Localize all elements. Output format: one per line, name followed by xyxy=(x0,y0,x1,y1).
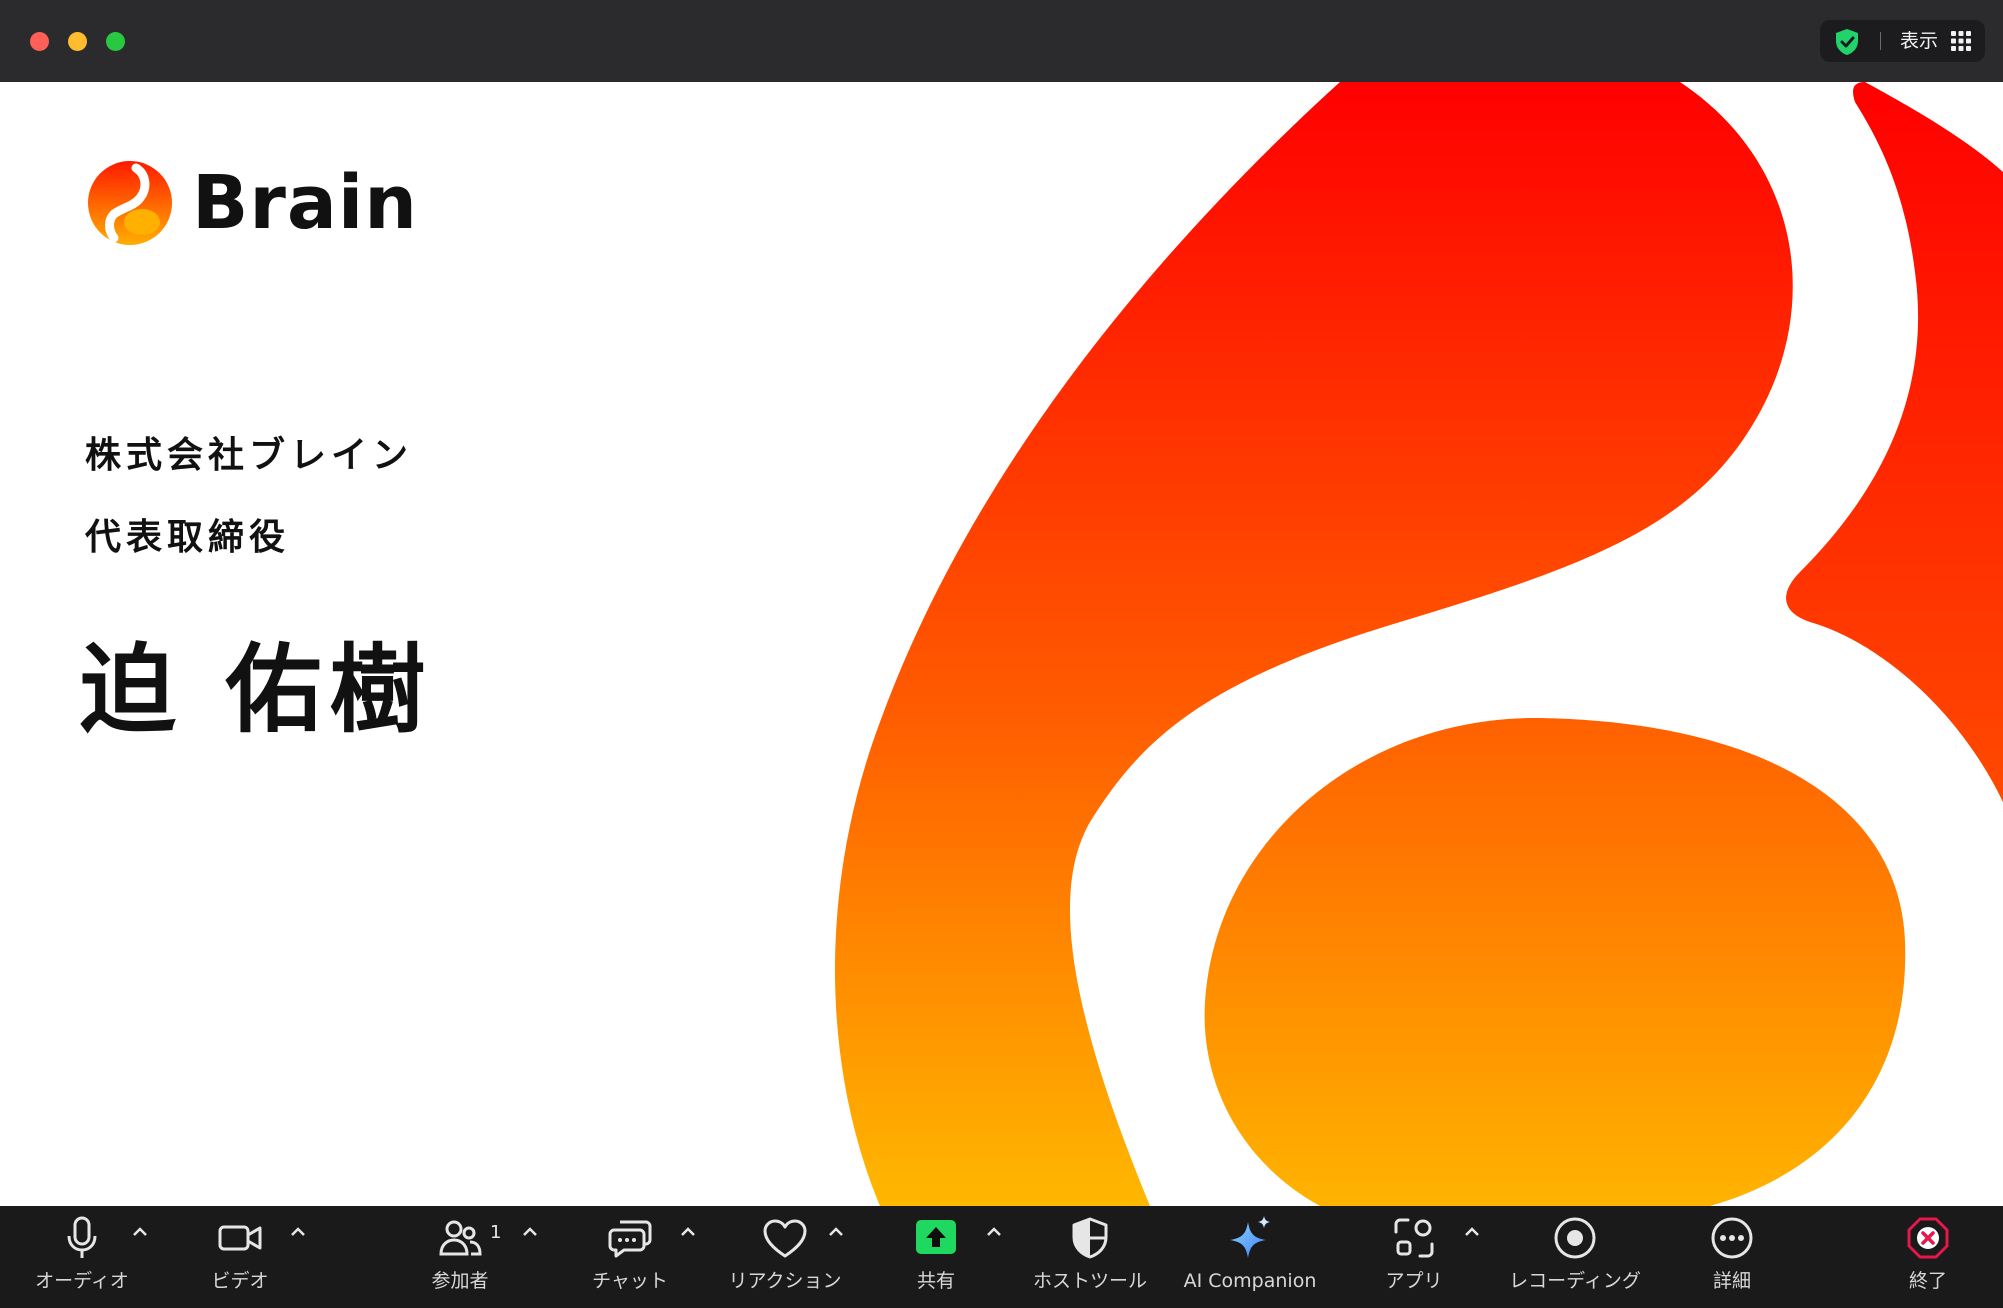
apps-icon xyxy=(1394,1218,1434,1258)
video-button[interactable]: ビデオ xyxy=(180,1206,300,1308)
video-camera-icon xyxy=(218,1225,262,1251)
brand-name: Brain xyxy=(192,160,418,246)
more-button[interactable]: 詳細 xyxy=(1680,1206,1784,1308)
microphone-icon xyxy=(67,1216,97,1258)
meeting-toolbar: オーディオ ビデオ 参加者 1 チャット リアクション 共有 ホストツール AI… xyxy=(0,1206,2003,1308)
maximize-window-button[interactable] xyxy=(106,32,125,51)
apps-button[interactable]: アプリ xyxy=(1358,1206,1470,1308)
video-options-chevron-up-icon[interactable] xyxy=(288,1222,308,1242)
apps-options-chevron-up-icon[interactable] xyxy=(1462,1222,1482,1242)
presenter-name: 迫 佑樹 xyxy=(80,634,434,746)
company-name: 株式会社ブレイン xyxy=(85,435,414,476)
audio-button[interactable]: オーディオ xyxy=(22,1206,142,1308)
host-shield-icon xyxy=(1072,1217,1108,1259)
chat-icon xyxy=(608,1220,652,1258)
more-dots-icon xyxy=(1711,1217,1753,1259)
share-options-chevron-up-icon[interactable] xyxy=(984,1222,1004,1242)
view-button[interactable]: 表示 xyxy=(1900,28,1938,54)
chat-button[interactable]: チャット xyxy=(570,1206,690,1308)
end-meeting-button[interactable]: 終了 xyxy=(1876,1206,1980,1308)
participant-count-badge: 1 xyxy=(490,1222,502,1243)
shared-slide: Brain 株式会社ブレイン 代表取締役 迫 佑樹 xyxy=(0,82,2003,1206)
share-screen-button[interactable]: 共有 xyxy=(880,1206,992,1308)
host-tools-button[interactable]: ホストツール xyxy=(1020,1206,1160,1308)
recording-button[interactable]: レコーディング xyxy=(1500,1206,1650,1308)
title-bar: 表示 xyxy=(0,0,2003,82)
security-shield-icon[interactable] xyxy=(1834,28,1860,56)
reactions-options-chevron-up-icon[interactable] xyxy=(826,1222,846,1242)
audio-options-chevron-up-icon[interactable] xyxy=(130,1222,150,1242)
participants-icon xyxy=(439,1220,482,1256)
meeting-window: 表示 Brain 株式会社ブレイン 代表取締役 迫 佑樹 オーディオ ビデオ 参… xyxy=(0,0,2003,1308)
record-icon xyxy=(1554,1217,1596,1259)
close-window-button[interactable] xyxy=(30,32,49,51)
participants-options-chevron-up-icon[interactable] xyxy=(520,1222,540,1242)
heart-icon xyxy=(763,1219,807,1258)
view-controls: 表示 xyxy=(1820,20,1985,62)
job-title: 代表取締役 xyxy=(85,517,291,558)
sparkle-icon xyxy=(1230,1216,1270,1258)
separator xyxy=(1880,32,1881,50)
participants-button[interactable]: 参加者 xyxy=(400,1206,520,1308)
end-x-icon xyxy=(1907,1217,1949,1259)
share-screen-icon xyxy=(916,1220,956,1254)
brain-icon xyxy=(88,161,172,245)
ai-companion-button[interactable]: AI Companion xyxy=(1170,1206,1330,1308)
grid-view-icon[interactable] xyxy=(1951,31,1971,51)
chat-options-chevron-up-icon[interactable] xyxy=(678,1222,698,1242)
minimize-window-button[interactable] xyxy=(68,32,87,51)
